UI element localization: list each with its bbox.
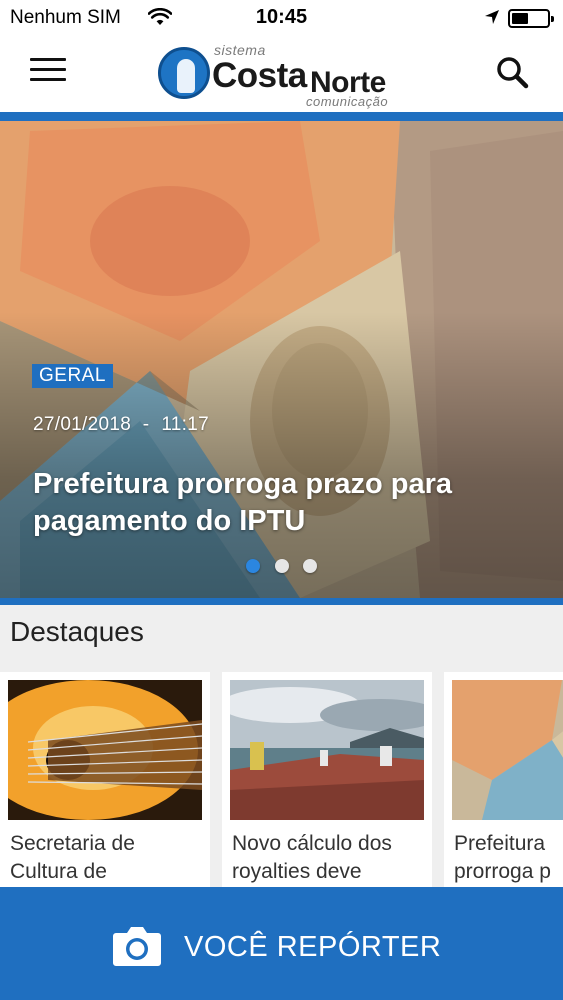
carousel-pagination	[246, 559, 326, 575]
logo-costa-text: Costa	[212, 56, 307, 95]
hero-carousel[interactable]: GERAL 27/01/2018 -11:17 Prefeitura prorr…	[0, 121, 563, 598]
app-header: sistema Costa Norte comunicação	[0, 36, 563, 112]
destaque-card-caption: Novo cálculo dos royalties deve	[232, 832, 392, 883]
carousel-dot-2[interactable]	[275, 559, 289, 573]
carousel-dot-1[interactable]	[246, 559, 260, 573]
destaque-card-caption: Prefeitura prorroga p	[454, 832, 551, 883]
destaque-card-3[interactable]: Prefeitura prorroga p	[444, 672, 563, 892]
hero-date-separator: -	[142, 414, 150, 435]
destaque-card-caption: Secretaria de Cultura de	[10, 832, 135, 883]
battery-icon	[508, 9, 554, 28]
hero-headline[interactable]: Prefeitura prorroga prazo para pagamento…	[33, 466, 533, 540]
voce-reporter-label: VOCÊ REPÓRTER	[184, 931, 442, 963]
destaques-heading: Destaques	[10, 616, 144, 647]
logo-badge-icon	[158, 47, 210, 99]
hero-date: 27/01/2018 -11:17	[33, 414, 209, 436]
banknotes-thumbnail	[452, 680, 563, 820]
voce-reporter-button[interactable]: VOCÊ REPÓRTER	[0, 887, 563, 1000]
hero-accent-line	[0, 598, 563, 605]
camera-icon	[113, 927, 161, 966]
ships-harbor-thumbnail	[230, 680, 424, 820]
destaque-card-2[interactable]: Novo cálculo dos royalties deve	[222, 672, 432, 892]
logo-comunicacao-text: comunicação	[306, 94, 389, 109]
search-button[interactable]	[494, 54, 532, 92]
location-arrow-icon	[485, 10, 499, 24]
header-accent-line	[0, 112, 563, 121]
costa-norte-logo[interactable]: sistema Costa Norte comunicação	[158, 42, 408, 109]
destaques-carousel[interactable]: Secretaria de Cultura de Novo cálculo do…	[0, 672, 563, 892]
status-bar: Nenhum SIM 10:45	[0, 0, 563, 36]
category-badge[interactable]: GERAL	[32, 364, 113, 388]
search-icon	[497, 57, 529, 89]
destaque-card-1[interactable]: Secretaria de Cultura de	[0, 672, 210, 892]
hamburger-menu-icon	[30, 58, 66, 61]
hamburger-line	[30, 78, 66, 81]
clock: 10:45	[255, 6, 308, 28]
guitar-thumbnail	[8, 680, 202, 820]
carousel-dot-3[interactable]	[303, 559, 317, 573]
hamburger-line	[30, 68, 66, 71]
menu-button[interactable]	[30, 58, 66, 88]
hero-date-value: 27/01/2018	[33, 414, 132, 435]
hero-time-value: 11:17	[161, 414, 209, 435]
